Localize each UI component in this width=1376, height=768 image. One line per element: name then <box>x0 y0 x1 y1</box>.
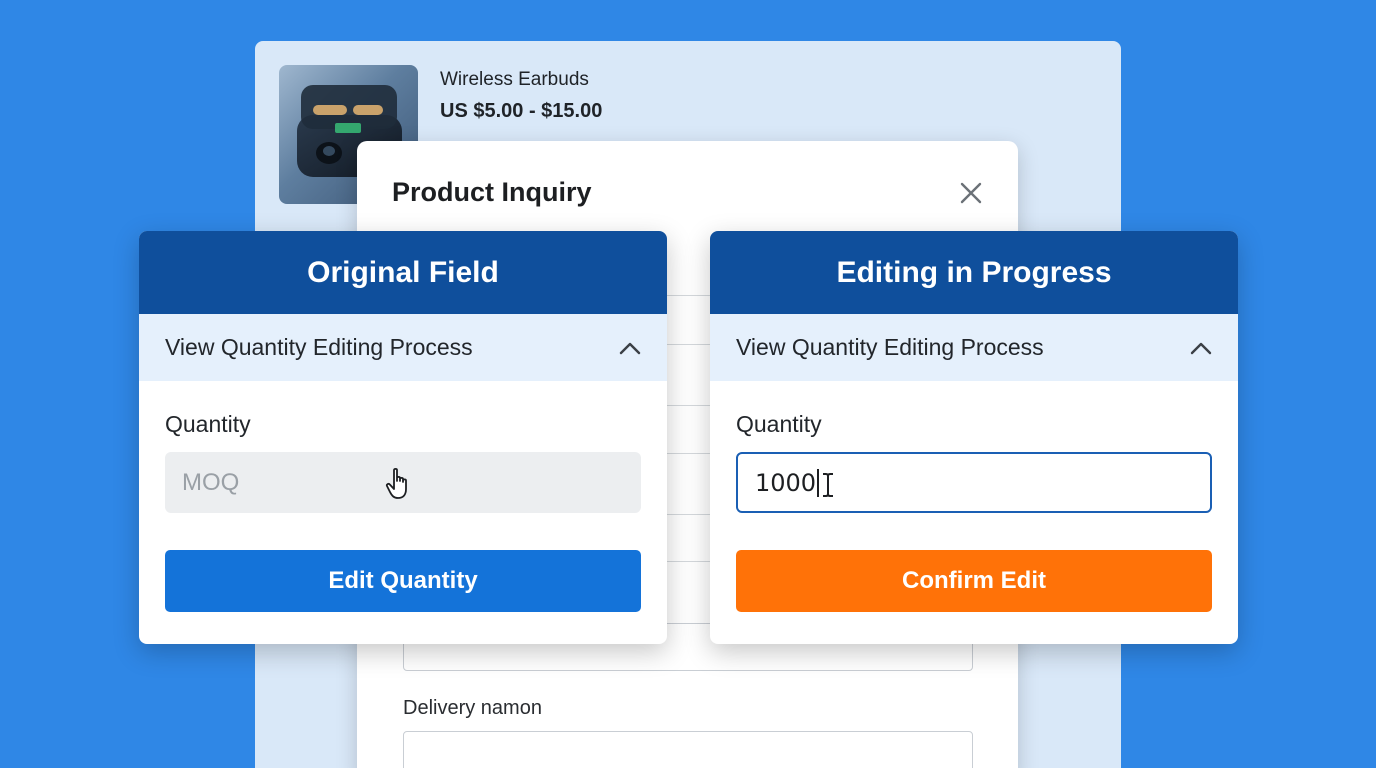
original-field-panel: Original Field View Quantity Editing Pro… <box>139 231 667 644</box>
confirm-edit-button[interactable]: Confirm Edit <box>736 550 1212 612</box>
stage: Wireless Earbuds US $5.00 - $15.00 Produ… <box>0 0 1376 768</box>
accordion-label: View Quantity Editing Process <box>736 334 1044 360</box>
quantity-process-accordion[interactable]: View Quantity Editing Process <box>710 314 1238 381</box>
quantity-label: Quantity <box>165 411 251 437</box>
editing-progress-panel: Editing in Progress View Quantity Editin… <box>710 231 1238 644</box>
text-caret <box>817 468 820 497</box>
delivery-label: Delivery namon <box>403 697 542 719</box>
close-icon[interactable] <box>957 179 985 207</box>
quantity-input[interactable]: 1000 <box>736 452 1212 513</box>
quantity-process-accordion[interactable]: View Quantity Editing Process <box>139 314 667 381</box>
chevron-up-icon <box>619 342 641 354</box>
product-name: Wireless Earbuds <box>440 69 589 90</box>
edit-quantity-button[interactable]: Edit Quantity <box>165 550 641 612</box>
panel-header: Original Field <box>139 231 667 314</box>
chevron-up-icon <box>1190 342 1212 354</box>
hand-cursor-icon <box>385 467 407 499</box>
modal-title: Product Inquiry <box>392 177 592 207</box>
panel-header: Editing in Progress <box>710 231 1238 314</box>
quantity-label: Quantity <box>736 411 822 437</box>
text-cursor-icon <box>823 473 833 497</box>
quantity-placeholder: MOQ <box>182 468 240 496</box>
accordion-label: View Quantity Editing Process <box>165 334 473 360</box>
delivery-input[interactable] <box>403 731 973 768</box>
product-price: US $5.00 - $15.00 <box>440 100 603 122</box>
quantity-value: 1000 <box>755 468 817 497</box>
